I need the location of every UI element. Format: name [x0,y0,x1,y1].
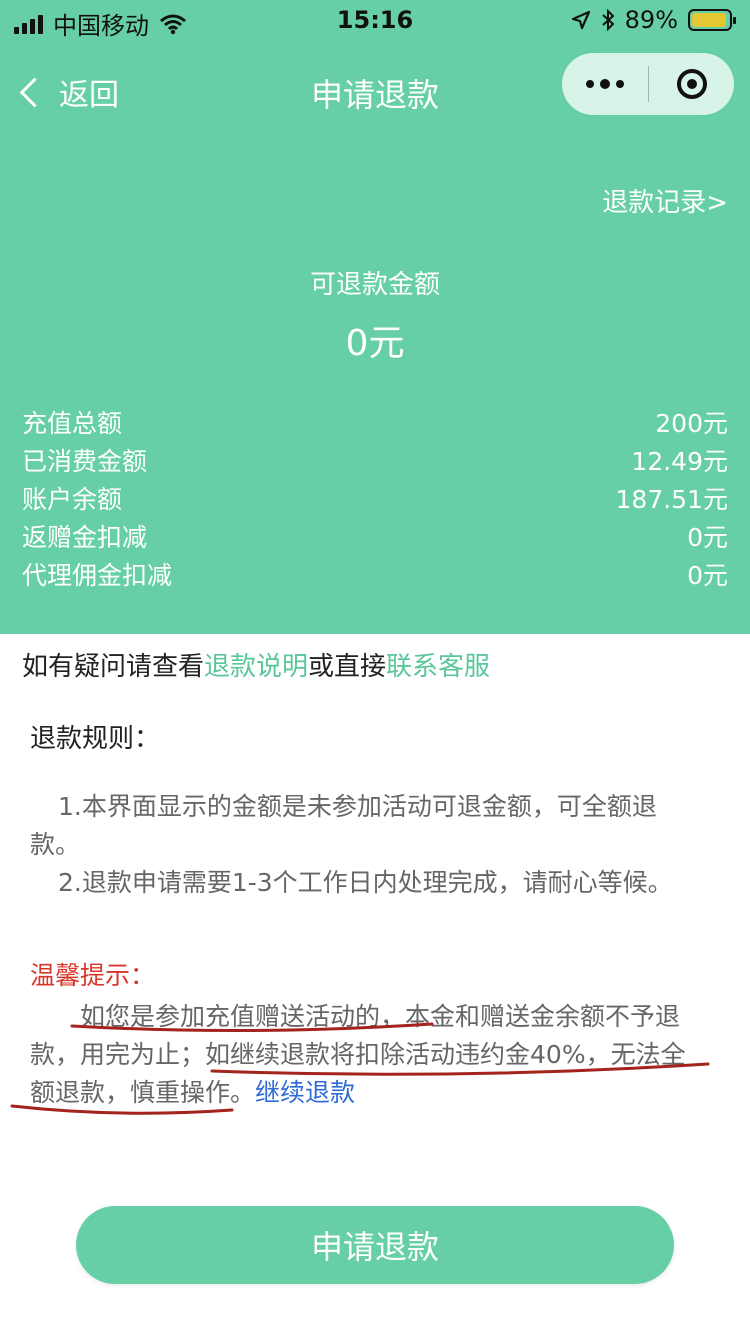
detail-label: 充值总额 [22,409,123,438]
contact-support-link[interactable]: 联系客服 [386,652,490,682]
detail-value: 0元 [687,561,728,590]
submit-refund-button[interactable]: 申请退款 [76,1206,674,1284]
bluetooth-icon [601,9,615,31]
mini-program-capsule [562,53,734,115]
help-prefix: 如有疑问请查看 [22,652,205,682]
detail-value: 0元 [687,523,728,552]
detail-row: 账户余额 187.51元 [22,481,728,519]
close-target-icon[interactable] [649,69,734,99]
rule-item: 2.退款申请需要1-3个工作日内处理完成，请耐心等候。 [58,868,673,897]
help-line: 如有疑问请查看退款说明或直接联系客服 [22,646,490,683]
detail-value: 200元 [655,409,728,438]
tip-title: 温馨提示： [30,961,156,990]
detail-row: 代理佣金扣减 0元 [22,557,728,595]
status-right: 89% [571,6,736,34]
detail-label: 代理佣金扣减 [22,561,173,590]
refundable-amount-label: 可退款金额 [309,270,440,300]
detail-label: 账户余额 [22,485,123,514]
detail-row: 充值总额 200元 [22,405,728,443]
battery-icon [688,9,736,31]
battery-percent: 89% [624,6,678,34]
detail-row: 返赠金扣减 0元 [22,519,728,557]
continue-refund-link[interactable]: 继续退款 [255,1078,355,1107]
detail-label: 已消费金额 [22,447,148,476]
refundable-amount-value: 0元 [345,323,405,364]
refund-explanation-link[interactable]: 退款说明 [204,652,308,682]
more-icon[interactable] [562,79,648,89]
header-panel: 中国移动 15:16 89% 返回 申请退款 退款记录> 可退款金额 0元 充值… [0,0,750,634]
detail-value: 187.51元 [615,485,728,514]
rules-list: 1.本界面显示的金额是未参加活动可退金额，可全额退款。 2.退款申请需要1-3个… [30,788,690,902]
refund-record-link[interactable]: 退款记录> [602,182,728,219]
rules-title: 退款规则： [30,724,161,754]
detail-value: 12.49元 [631,447,728,476]
amount-details: 充值总额 200元 已消费金额 12.49元 账户余额 187.51元 返赠金扣… [22,405,728,595]
location-icon [571,10,590,30]
detail-row: 已消费金额 12.49元 [22,443,728,481]
detail-label: 返赠金扣减 [22,523,148,552]
tip-body: 如您是参加充值赠送活动的，本金和赠送金余额不予退款，用完为止；如继续退款将扣除活… [30,1002,686,1107]
status-bar: 中国移动 15:16 89% [0,0,750,40]
help-middle: 或直接 [308,652,387,682]
rule-item: 1.本界面显示的金额是未参加活动可退金额，可全额退款。 [30,792,657,859]
tip-text: 如您是参加充值赠送活动的，本金和赠送金余额不予退款，用完为止；如继续退款将扣除活… [30,998,710,1112]
nav-bar: 返回 申请退款 [0,48,750,132]
